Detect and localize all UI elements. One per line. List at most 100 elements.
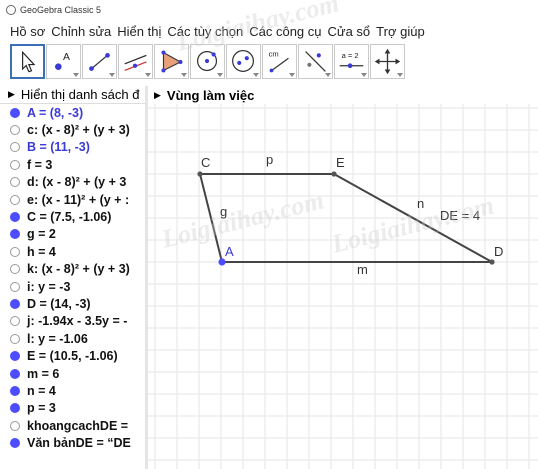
visibility-toggle-icon[interactable] — [10, 316, 20, 327]
algebra-item[interactable]: A = (8, -3) — [0, 104, 145, 121]
algebra-item[interactable]: g = 2 — [0, 226, 145, 243]
algebra-item[interactable]: khoangcachDE = — [0, 417, 145, 434]
algebra-item[interactable]: n = 4 — [0, 382, 145, 399]
algebra-item[interactable]: l: y = -1.06 — [0, 330, 145, 347]
algebra-item-text: f = 3 — [27, 157, 53, 172]
algebra-item-text: D = (14, -3) — [27, 296, 91, 311]
point-c[interactable] — [197, 171, 203, 177]
algebra-item[interactable]: B = (11, -3) — [0, 139, 145, 156]
algebra-item[interactable]: p = 3 — [0, 400, 145, 417]
algebra-item[interactable]: k: (x - 8)² + (y + 3) — [0, 261, 145, 278]
svg-text:A: A — [63, 52, 70, 63]
visibility-toggle-icon[interactable] — [10, 177, 20, 188]
polygon-tool-button[interactable] — [154, 44, 189, 79]
algebra-item-text: C = (7.5, -1.06) — [27, 210, 112, 225]
algebra-item-text: E = (10.5, -1.06) — [27, 349, 118, 364]
algebra-item[interactable]: c: (x - 8)² + (y + 3) — [0, 121, 145, 138]
algebra-item[interactable]: E = (10.5, -1.06) — [0, 347, 145, 364]
algebra-item[interactable]: m = 6 — [0, 365, 145, 382]
algebra-item[interactable]: f = 3 — [0, 156, 145, 173]
algebra-item[interactable]: j: -1.94x - 3.5y = - — [0, 313, 145, 330]
menu-view[interactable]: Hiển thị — [117, 24, 161, 39]
collapse-arrow-icon[interactable]: ▶ — [8, 89, 15, 100]
algebra-item-text: h = 4 — [27, 244, 56, 259]
algebra-item-text: A = (8, -3) — [27, 105, 84, 120]
visibility-toggle-icon[interactable] — [10, 333, 20, 344]
angle-tool-button[interactable]: cm — [262, 44, 297, 79]
label-p: p — [266, 152, 273, 167]
perpendicular-tool-button[interactable] — [118, 44, 153, 79]
algebra-item-text: B = (11, -3) — [27, 140, 90, 155]
visibility-toggle-icon[interactable] — [10, 403, 20, 414]
move-graphics-tool-button[interactable] — [370, 44, 405, 79]
svg-text:a = 2: a = 2 — [342, 51, 359, 60]
point-a[interactable] — [218, 258, 226, 266]
line-tool-button[interactable] — [82, 44, 117, 79]
menu-help[interactable]: Trợ giúp — [376, 24, 425, 39]
graphics-view[interactable]: C E A D p g m n DE = 4 — [148, 104, 538, 469]
menu-file[interactable]: Hồ sơ — [10, 24, 45, 39]
graphics-view-title: Vùng làm việc — [166, 87, 255, 103]
point-tool-button[interactable]: A — [46, 44, 81, 79]
visibility-toggle-icon[interactable] — [10, 385, 20, 396]
algebra-item-text: Văn bảnDE = “DE — [27, 436, 131, 451]
algebra-item-text: khoangcachDE = — [27, 418, 129, 433]
visibility-toggle-icon[interactable] — [10, 264, 20, 275]
algebra-item[interactable]: i: y = -3 — [0, 278, 145, 295]
visibility-toggle-icon[interactable] — [10, 159, 20, 170]
ellipse-tool-button[interactable] — [226, 44, 261, 79]
algebra-item-text: c: (x - 8)² + (y + 3) — [27, 123, 130, 138]
visibility-toggle-icon[interactable] — [10, 420, 20, 431]
circle-tool-button[interactable] — [190, 44, 225, 79]
visibility-toggle-icon[interactable] — [10, 125, 20, 136]
graphics-view-header[interactable]: ▶ Vùng làm việc — [148, 86, 538, 104]
svg-text:cm: cm — [269, 49, 279, 58]
visibility-toggle-icon[interactable] — [10, 368, 20, 379]
visibility-toggle-icon[interactable] — [10, 107, 20, 118]
algebra-item[interactable]: e: (x - 11)² + (y + : — [0, 191, 145, 208]
visibility-toggle-icon[interactable] — [10, 229, 20, 240]
geogebra-app-icon — [6, 5, 16, 15]
label-m: m — [357, 262, 368, 277]
text-de[interactable]: DE = 4 — [440, 208, 480, 223]
visibility-toggle-icon[interactable] — [10, 246, 20, 257]
menu-bar: Hồ sơ Chỉnh sửa Hiển thị Các tùy chọn Cá… — [0, 20, 538, 42]
pointer-arrow-icon — [22, 50, 36, 73]
algebra-view[interactable]: A = (8, -3) c: (x - 8)² + (y + 3) B = (11,… — [0, 104, 145, 469]
algebra-item[interactable]: h = 4 — [0, 243, 145, 260]
algebra-item[interactable]: D = (14, -3) — [0, 295, 145, 312]
visibility-toggle-icon[interactable] — [10, 142, 20, 153]
algebra-view-title: Hiển thị danh sách đ — [20, 87, 140, 102]
visibility-toggle-icon[interactable] — [10, 351, 20, 362]
visibility-toggle-icon[interactable] — [10, 194, 20, 205]
visibility-toggle-icon[interactable] — [10, 298, 20, 309]
algebra-view-header[interactable]: ▶ Hiển thị danh sách đ — [0, 86, 145, 104]
label-d: D — [494, 244, 503, 259]
algebra-item-text: e: (x - 11)² + (y + : — [27, 192, 130, 207]
algebra-item-text: g = 2 — [27, 227, 56, 242]
label-n: n — [417, 196, 424, 211]
toolbar: A cm a = 2 — [0, 44, 538, 84]
menu-window[interactable]: Cửa sổ — [328, 24, 371, 39]
menu-tools[interactable]: Các công cụ — [249, 24, 321, 39]
label-a: A — [225, 244, 234, 259]
slider-tool-button[interactable]: a = 2 — [334, 44, 369, 79]
reflect-tool-button[interactable] — [298, 44, 333, 79]
visibility-toggle-icon[interactable] — [10, 438, 20, 449]
algebra-item[interactable]: d: (x - 8)² + (y + 3 — [0, 174, 145, 191]
collapse-arrow-icon[interactable]: ▶ — [154, 90, 161, 101]
algebra-item-text: l: y = -1.06 — [27, 331, 88, 346]
point-e[interactable] — [331, 171, 337, 177]
algebra-item-text: d: (x - 8)² + (y + 3 — [27, 175, 127, 190]
visibility-toggle-icon[interactable] — [10, 212, 20, 223]
move-tool-button[interactable] — [10, 44, 45, 79]
algebra-item[interactable]: Văn bảnDE = “DE — [0, 434, 145, 451]
algebra-item[interactable]: C = (7.5, -1.06) — [0, 208, 145, 225]
point-d[interactable] — [489, 259, 495, 265]
algebra-item-text: k: (x - 8)² + (y + 3) — [27, 262, 130, 277]
algebra-item-text: j: -1.94x - 3.5y = - — [27, 314, 128, 329]
label-g: g — [220, 204, 227, 219]
menu-edit[interactable]: Chỉnh sửa — [51, 24, 111, 39]
menu-options[interactable]: Các tùy chọn — [167, 24, 243, 39]
visibility-toggle-icon[interactable] — [10, 281, 20, 292]
